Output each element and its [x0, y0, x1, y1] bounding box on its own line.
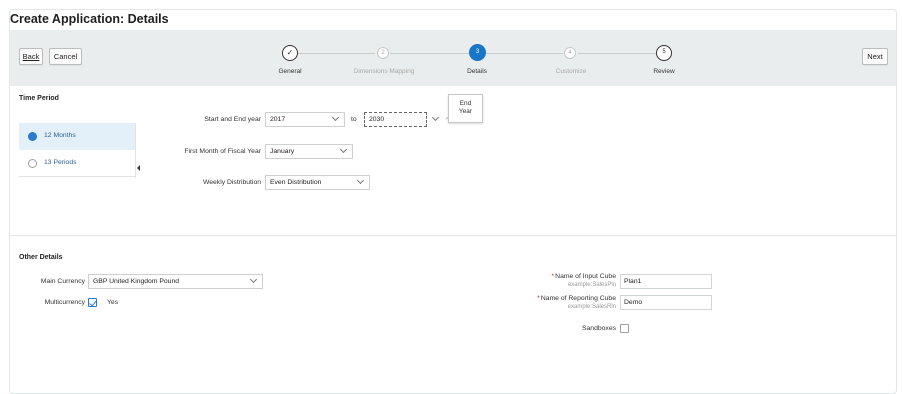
back-button-label: Back	[22, 52, 40, 61]
sandboxes-checkbox[interactable]	[620, 324, 629, 333]
train-step-dimensions-label: Dimensions Mapping	[353, 68, 415, 75]
required-marker: *	[551, 273, 555, 280]
back-button[interactable]: Back	[19, 48, 43, 65]
radio-12-months-label: 12 Months	[44, 132, 76, 139]
multicurrency-checkbox[interactable]	[88, 298, 97, 307]
end-year-select[interactable]: 2030	[364, 112, 427, 127]
train-step-review-icon[interactable]: 5	[656, 45, 672, 61]
multicurrency-label: Multicurrency	[44, 299, 85, 306]
train-step-details-icon: 3	[469, 44, 486, 61]
radio-selected-icon	[28, 132, 37, 141]
start-year-value: 2017	[270, 116, 286, 123]
train-step-general-label: General	[278, 68, 302, 75]
main-currency-value: GBP United Kingdom Pound	[93, 278, 180, 285]
train-step-customize-icon: 4	[564, 47, 576, 59]
reporting-cube-label-text: Name of Reporting Cube	[540, 295, 616, 302]
train-step-customize-label: Customize	[555, 68, 587, 75]
reporting-cube-field[interactable]: Demo	[620, 295, 712, 310]
sandboxes-label: Sandboxes	[581, 325, 616, 332]
time-period-title: Time Period	[19, 95, 59, 102]
end-year-value: 2030	[369, 116, 385, 123]
cancel-button[interactable]: Cancel	[49, 48, 82, 65]
end-year-tooltip: End Year	[448, 94, 483, 123]
tooltip-line-1: End	[459, 100, 472, 107]
train-connector	[298, 53, 375, 54]
radio-13-periods-label: 13 Periods	[44, 159, 77, 166]
main-currency-select[interactable]: GBP United Kingdom Pound	[88, 274, 263, 289]
input-cube-label: *Name of Input Cube	[500, 273, 617, 280]
time-period-options: 12 Months 13 Periods	[19, 123, 136, 178]
reporting-cube-hint: example:SalesRln	[567, 304, 616, 310]
input-cube-field[interactable]: Plan1	[620, 274, 712, 289]
weekly-distribution-select[interactable]: Even Distribution	[265, 175, 370, 190]
chevron-down-icon	[249, 275, 258, 284]
train-step-details-label: Details	[467, 68, 487, 75]
weekly-distribution-label: Weekly Distribution	[202, 179, 261, 186]
reporting-cube-label: *Name of Reporting Cube	[500, 295, 616, 302]
train-step-dimensions-icon: 2	[377, 47, 389, 59]
chevron-down-icon	[356, 176, 365, 185]
first-month-select[interactable]: January	[265, 144, 353, 159]
train-connector	[578, 53, 656, 54]
splitter-handle-icon[interactable]	[137, 165, 140, 171]
radio-12-months[interactable]: 12 Months	[19, 123, 135, 150]
tooltip-line-2: Year	[458, 108, 473, 115]
radio-13-periods[interactable]: 13 Periods	[19, 150, 135, 177]
first-month-value: January	[270, 148, 295, 155]
chevron-down-icon	[331, 113, 340, 122]
train-connector	[485, 53, 563, 54]
train-step-review-label: Review	[653, 68, 675, 75]
input-cube-label-text: Name of Input Cube	[555, 273, 616, 280]
chevron-down-icon	[339, 145, 348, 154]
section-divider	[10, 235, 896, 236]
start-year-select[interactable]: 2017	[265, 112, 345, 127]
main-currency-label: Main Currency	[40, 278, 85, 285]
wizard-train	[10, 30, 896, 86]
first-month-label: First Month of Fiscal Year	[184, 148, 261, 155]
start-end-year-label: Start and End year	[204, 116, 261, 123]
other-details-title: Other Details	[19, 254, 63, 261]
multicurrency-yes-label: Yes	[107, 299, 119, 306]
weekly-distribution-value: Even Distribution	[270, 179, 322, 186]
train-connector	[390, 53, 470, 54]
next-button[interactable]: Next	[862, 48, 888, 65]
train-step-general-icon[interactable]: ✓	[282, 45, 298, 61]
required-marker: *	[537, 295, 540, 302]
page-title: Create Application: Details	[10, 12, 169, 26]
radio-unselected-icon	[28, 159, 37, 168]
input-cube-hint: example:SalesPln	[567, 282, 616, 288]
to-label: to	[351, 116, 357, 123]
